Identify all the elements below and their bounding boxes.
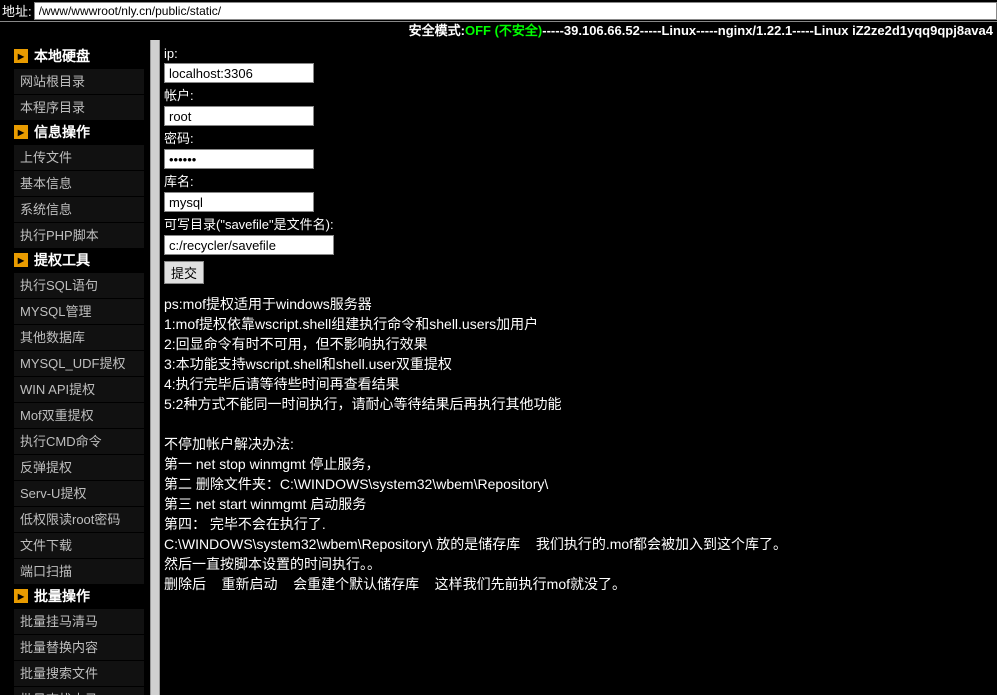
sidebar-group-info: 信息操作 (14, 120, 144, 144)
sidebar-item-download[interactable]: 文件下载 (14, 533, 144, 558)
sidebar-item-servu[interactable]: Serv-U提权 (14, 481, 144, 506)
sidebar-group-disk: 本地硬盘 (14, 44, 144, 68)
pane-divider[interactable] (150, 40, 160, 695)
main-panel: ip: 帐户: 密码: 库名: 可写目录("savefile"是文件名): 提交… (160, 40, 997, 695)
status-mode: OFF (不安全) (465, 23, 542, 38)
sidebar-item-batch-find[interactable]: 批量查找木马 (14, 687, 144, 695)
pass-input[interactable] (164, 149, 314, 169)
status-prefix: 安全模式: (409, 23, 465, 38)
sidebar-item-udf[interactable]: MYSQL_UDF提权 (14, 351, 144, 376)
sidebar-item-winapi[interactable]: WIN API提权 (14, 377, 144, 402)
sidebar-item-sql[interactable]: 执行SQL语句 (14, 273, 144, 298)
sidebar-item-readroot[interactable]: 低权限读root密码 (14, 507, 144, 532)
db-label: 库名: (164, 169, 997, 192)
sidebar: 本地硬盘 网站根目录 本程序目录 信息操作 上传文件 基本信息 系统信息 执行P… (0, 40, 150, 695)
address-bar: 地址: (0, 0, 997, 22)
address-label: 地址: (0, 1, 34, 20)
sidebar-item-basicinfo[interactable]: 基本信息 (14, 171, 144, 196)
address-input[interactable] (34, 2, 997, 20)
sidebar-item-portscan[interactable]: 端口扫描 (14, 559, 144, 584)
sidebar-item-phpexec[interactable]: 执行PHP脚本 (14, 223, 144, 248)
arrow-icon (14, 589, 28, 603)
sidebar-item-revshell[interactable]: 反弹提权 (14, 455, 144, 480)
user-label: 帐户: (164, 83, 997, 106)
ip-input[interactable] (164, 63, 314, 83)
dir-label: 可写目录("savefile"是文件名): (164, 212, 997, 235)
sidebar-group-batch: 批量操作 (14, 584, 144, 608)
ip-label: ip: (164, 44, 997, 63)
user-input[interactable] (164, 106, 314, 126)
dir-input[interactable] (164, 235, 334, 255)
arrow-icon (14, 125, 28, 139)
sidebar-item-cmd[interactable]: 执行CMD命令 (14, 429, 144, 454)
sidebar-item-sysinfo[interactable]: 系统信息 (14, 197, 144, 222)
arrow-icon (14, 49, 28, 63)
sidebar-group-privesc: 提权工具 (14, 248, 144, 272)
sidebar-item-webroot[interactable]: 网站根目录 (14, 69, 144, 94)
sidebar-item-mysql[interactable]: MYSQL管理 (14, 299, 144, 324)
sidebar-item-otherdb[interactable]: 其他数据库 (14, 325, 144, 350)
arrow-icon (14, 253, 28, 267)
info-text: ps:mof提权适用于windows服务器 1:mof提权依靠wscript.s… (164, 294, 997, 594)
sidebar-item-upload[interactable]: 上传文件 (14, 145, 144, 170)
db-input[interactable] (164, 192, 314, 212)
status-rest: -----39.106.66.52-----Linux-----nginx/1.… (542, 23, 993, 38)
sidebar-item-batch-search[interactable]: 批量搜索文件 (14, 661, 144, 686)
sidebar-item-batch-replace[interactable]: 批量替换内容 (14, 635, 144, 660)
status-bar: 安全模式:OFF (不安全)-----39.106.66.52-----Linu… (0, 22, 997, 40)
sidebar-item-progdir[interactable]: 本程序目录 (14, 95, 144, 120)
pass-label: 密码: (164, 126, 997, 149)
sidebar-item-mof[interactable]: Mof双重提权 (14, 403, 144, 428)
submit-button[interactable]: 提交 (164, 261, 204, 284)
sidebar-item-batch-horse[interactable]: 批量挂马清马 (14, 609, 144, 634)
